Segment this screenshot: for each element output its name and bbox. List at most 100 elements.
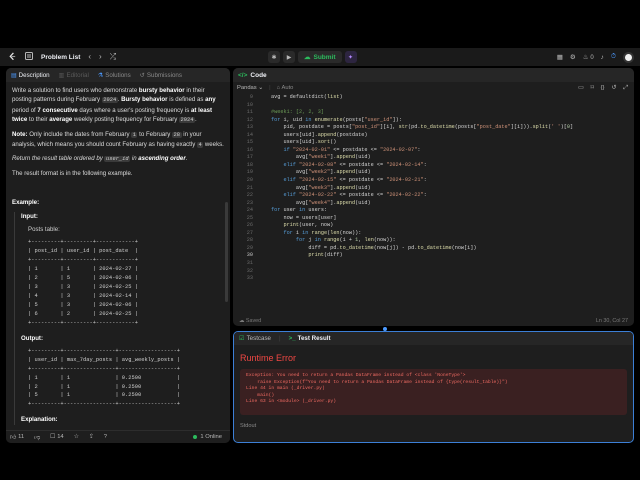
tab-editorial[interactable]: ▥ Editorial: [59, 72, 89, 79]
dislike-icon[interactable]: 👎︎: [34, 434, 40, 441]
tab-test-result[interactable]: >_ Test Result: [289, 335, 331, 342]
problem-list-link[interactable]: Problem List: [41, 54, 80, 61]
code-line: for i in range(len(now)):: [283, 229, 362, 236]
tab-testcase[interactable]: ☑ Testcase: [239, 335, 271, 342]
avatar[interactable]: [623, 51, 634, 63]
tab-solutions[interactable]: ⚗ Solutions: [98, 72, 131, 79]
lock-icon: ⌂: [276, 85, 281, 91]
line-number: 20: [246, 177, 253, 184]
history-icon: ↺: [139, 71, 145, 79]
left-footer: 👍︎ 11 👎︎ ☐ 14 ☆ ⇪ ? 1 Online: [6, 430, 230, 443]
chevron-right-icon[interactable]: ›: [99, 53, 102, 61]
format-paragraph: The result format is in the following ex…: [12, 169, 133, 177]
chevron-left-icon[interactable]: ‹: [88, 53, 91, 61]
code-line: pid, postdate = posts["post_id"][i], str…: [271, 124, 574, 131]
text: to February: [137, 130, 173, 138]
comment-icon: ☐: [49, 434, 56, 440]
error-line: Exception: You need to return a Pandas D…: [246, 373, 466, 378]
online-count: 1 Online: [200, 434, 222, 440]
note-label: Note:: [12, 130, 28, 138]
problem-list-icon[interactable]: [25, 52, 33, 62]
layout-icon[interactable]: ▦: [557, 53, 563, 61]
note-icon[interactable]: ▭: [578, 85, 583, 92]
code-line: diff = pd.to_datetime(now[j]) - pd.to_da…: [271, 244, 477, 251]
reset-icon[interactable]: ↺: [612, 85, 617, 92]
line-number: 17: [246, 154, 253, 161]
tab-editorial-label: Editorial: [66, 71, 89, 79]
timer-icon[interactable]: ⏱: [611, 53, 616, 61]
line-number: 24: [246, 207, 253, 214]
tab-description[interactable]: ▤ Description: [11, 72, 50, 79]
share-icon[interactable]: ⇪: [89, 434, 94, 440]
line-number: 15: [246, 139, 253, 146]
code-line: if "2024-02-01" <= postdate <= "2024-02-…: [283, 146, 421, 153]
submit-button[interactable]: ☁ Submit: [298, 51, 342, 63]
line-number: 27: [246, 229, 253, 236]
debug-button[interactable]: ✱: [268, 51, 280, 63]
code-line: print(diff): [308, 252, 343, 259]
line-number: 21: [246, 184, 253, 191]
divider: |: [269, 85, 271, 91]
code-editor[interactable]: 9 10 11 12 13 14 15 16 17 18 19 20 21 22 23 24 25 26 27 28 2…: [233, 94, 634, 314]
notifications-icon[interactable]: ♪: [601, 54, 604, 61]
line-number: 18: [246, 161, 253, 168]
posts-table-label: Posts table:: [28, 226, 60, 234]
line-number: 30: [246, 252, 253, 259]
stdout-label: Stdout: [240, 423, 257, 429]
code-footer: ☁ Saved Ln 30, Col 27: [233, 315, 634, 326]
line-number: 32: [246, 267, 253, 274]
tab-submissions-label: Submissions: [146, 71, 182, 79]
terminal-icon: >_: [288, 335, 296, 342]
text: period of: [12, 106, 38, 114]
code-line: elif "2024-02-15" <= postdate <= "2024-0…: [283, 177, 427, 184]
help-icon[interactable]: ?: [104, 434, 107, 440]
braces-icon[interactable]: {}: [601, 85, 605, 92]
editor-actions: ▭ ⌑ {} ↺ ⤢: [578, 85, 628, 92]
line-number: 11: [246, 109, 253, 116]
tab-description-label: Description: [18, 71, 50, 79]
note-paragraph: Note: Only include the dates from Februa…: [12, 130, 224, 151]
error-line: Line 44 in main (_driver.py): [246, 386, 325, 392]
code-line: for user in users:: [271, 207, 328, 214]
shuffle-icon[interactable]: ⤮: [110, 53, 116, 61]
input-label: Input:: [21, 212, 38, 220]
auto-toggle[interactable]: ⌂ Auto: [277, 85, 294, 91]
result-tabs: ☑ Testcase | >_ Test Result: [234, 332, 633, 345]
code-brackets-icon: </>: [238, 71, 248, 79]
line-number: 26: [246, 222, 253, 229]
text-bold: Bursty behavior: [121, 96, 168, 104]
sparkle-icon: ✦: [348, 54, 354, 61]
line-number: 25: [246, 214, 253, 221]
left-tabs: ▤ Description ▥ Editorial ⚗ Solutions ↺ Subm…: [6, 68, 230, 82]
star-icon[interactable]: ☆: [74, 434, 79, 440]
text-bold: bursty behavior: [138, 87, 185, 94]
code-panel: </> Code Pandas ⌄ | ⌂ Auto ▭ ⌑ {} ↺ ⤢ 91…: [233, 68, 634, 326]
expand-icon[interactable]: ⤢: [623, 85, 628, 92]
leetcode-logo-icon[interactable]: [8, 51, 17, 63]
bookmark-icon[interactable]: ⌑: [591, 85, 594, 92]
code-line: for j in range(i + 1, len(now)):: [295, 237, 396, 244]
settings-icon[interactable]: ⚙: [570, 53, 576, 61]
result-panel: ☑ Testcase | >_ Test Result Runtime Error …: [233, 331, 634, 443]
code-lines: avg = defaultdict(list) #week1: [2, 2, 3…: [271, 94, 634, 283]
comments-button[interactable]: ☐ 14: [50, 434, 64, 440]
language-select[interactable]: Pandas ⌄: [237, 85, 263, 91]
code-line: avg["week4"].append(uid): [271, 199, 371, 206]
tab-submissions[interactable]: ↺ Submissions: [140, 72, 182, 79]
example-heading: Example:: [12, 198, 224, 207]
text: Only include the dates from February: [27, 130, 132, 138]
scrollbar-thumb[interactable]: [225, 202, 228, 302]
ai-assist-button[interactable]: ✦: [344, 51, 357, 63]
text-bold: average: [49, 116, 73, 124]
line-number: 12: [246, 116, 253, 123]
code-line: avg = defaultdict(list): [271, 94, 343, 100]
line-number: 28: [246, 237, 253, 244]
like-button[interactable]: 👍︎ 11: [10, 434, 24, 441]
streak-badge[interactable]: ♨ 0: [583, 53, 594, 61]
line-number: 22: [246, 192, 253, 199]
run-button[interactable]: ▶: [283, 51, 295, 63]
like-count: 11: [18, 434, 25, 440]
text: .: [185, 155, 188, 163]
